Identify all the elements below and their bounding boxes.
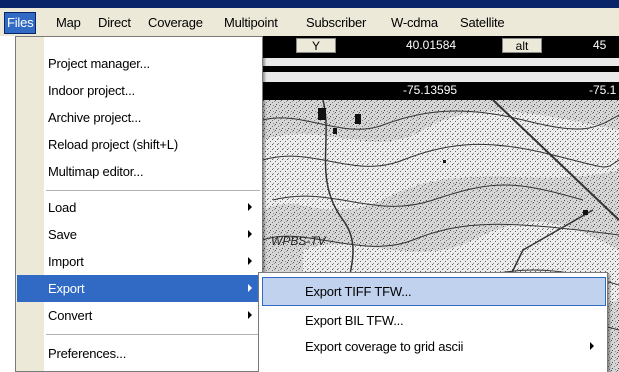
menu-map[interactable]: Map (54, 13, 83, 33)
menu-direct[interactable]: Direct (96, 13, 133, 33)
altitude-value: 45 (593, 38, 607, 52)
y-coordinate-value: 40.01584 (406, 38, 457, 52)
menu-item-label: Export TIFF TFW... (305, 284, 412, 299)
menu-item-label: Reload project (shift+L) (48, 137, 178, 152)
menu-separator (46, 190, 260, 191)
x-coordinate-value-2: -75.1 (589, 83, 617, 97)
submenu-arrow-icon (248, 203, 252, 211)
y-coordinate-label: Y (296, 38, 336, 53)
menu-item-multimap-editor[interactable]: Multimap editor... (44, 158, 262, 185)
menu-item-preferences[interactable]: Preferences... (44, 340, 262, 367)
menu-item-label: Convert (48, 308, 93, 323)
menu-item-load[interactable]: Load (44, 194, 262, 221)
menu-item-label: Save (48, 227, 77, 242)
menu-item-save[interactable]: Save (44, 221, 262, 248)
altitude-label: alt (502, 38, 542, 53)
menu-satellite[interactable]: Satellite (458, 13, 506, 33)
menu-item-label: Preferences... (48, 346, 127, 361)
menu-coverage[interactable]: Coverage (146, 13, 205, 33)
x-coordinate-value: -75.13595 (403, 83, 458, 97)
menu-item-label: Load (48, 200, 77, 215)
menu-item-archive-project[interactable]: Archive project... (44, 104, 262, 131)
menu-item-indoor-project[interactable]: Indoor project... (44, 77, 262, 104)
menu-item-label: Project manager... (48, 56, 150, 71)
menu-item-import[interactable]: Import (44, 248, 262, 275)
menu-item-label: Indoor project... (48, 83, 135, 98)
submenu-arrow-icon (248, 257, 252, 265)
submenu-arrow-icon (248, 284, 252, 292)
coordinate-readout-bottom: -75.13595 -75.1 (263, 82, 619, 100)
menu-icon-column (16, 37, 44, 371)
menu-subscriber[interactable]: Subscriber (304, 13, 368, 33)
menu-item-project-manager[interactable]: Project manager... (44, 50, 262, 77)
coordinate-readout-top: Y 40.01584 alt 45 (263, 36, 619, 58)
menu-item-label: Multimap editor... (48, 164, 144, 179)
files-menu: Project manager... Indoor project... Arc… (15, 36, 263, 372)
menu-item-export-tiff-tfw[interactable]: Export TIFF TFW... (262, 278, 606, 305)
svg-text:WPBS-TV: WPBS-TV (271, 234, 327, 248)
export-submenu: Export TIFF TFW... Export BIL TFW... Exp… (258, 272, 608, 372)
menu-item-export-bil-tfw[interactable]: Export BIL TFW... (262, 307, 606, 334)
menu-item-label: Import (48, 254, 84, 269)
menu-item-export-coverage-grid-ascii[interactable]: Export coverage to grid ascii (262, 333, 606, 360)
menu-item-convert[interactable]: Convert (44, 302, 262, 329)
submenu-arrow-icon (248, 230, 252, 238)
menu-item-reload-project[interactable]: Reload project (shift+L) (44, 131, 262, 158)
menu-item-label: Archive project... (48, 110, 142, 125)
menu-separator (46, 334, 260, 335)
menu-bar: Files Map Direct Coverage Multipoint Sub… (0, 0, 619, 36)
submenu-arrow-icon (248, 311, 252, 319)
menu-item-label: Export coverage to grid ascii (305, 339, 464, 354)
menu-item-label: Export BIL TFW... (305, 313, 404, 328)
coordinate-divider (263, 66, 619, 72)
menu-files[interactable]: Files (4, 12, 37, 34)
menu-multipoint[interactable]: Multipoint (222, 13, 280, 33)
menu-item-label: Export (48, 281, 85, 296)
menu-w-cdma[interactable]: W-cdma (389, 13, 440, 33)
menu-item-export[interactable]: Export (17, 275, 262, 302)
submenu-arrow-icon (590, 342, 594, 350)
